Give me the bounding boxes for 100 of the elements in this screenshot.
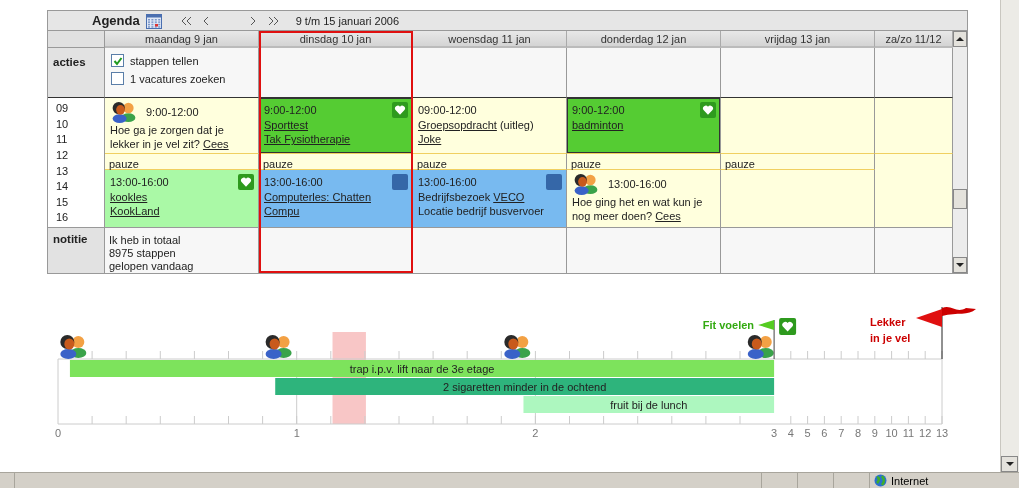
- caret-down-icon: [1005, 460, 1014, 468]
- break-label: pauze: [724, 158, 755, 170]
- event-link[interactable]: Compu: [264, 205, 300, 217]
- event-time: 9:00-12:00: [264, 102, 317, 117]
- tick-label: 1: [293, 427, 300, 439]
- tick-label: 2: [532, 427, 539, 439]
- event-text: Hoe ging het en wat kun je nog meer doen? Cees: [572, 195, 704, 223]
- event-time: 13:00-16:00: [608, 177, 667, 191]
- tick-label: 8: [854, 427, 862, 439]
- people-icon: [747, 335, 774, 359]
- globe-icon: [874, 474, 887, 487]
- tick-label: 9: [871, 427, 878, 439]
- event-link[interactable]: Groepsopdracht: [418, 119, 497, 131]
- caret-up-icon: [956, 35, 964, 43]
- people-icon: [574, 173, 598, 195]
- event-card[interactable]: 9:00-12:00 badminton: [567, 98, 720, 153]
- tick-label: 6: [821, 427, 828, 439]
- hour-label: 09: [56, 102, 70, 116]
- goal-label: Lekker in je vel: [870, 316, 911, 344]
- tick-label: 0: [54, 427, 62, 439]
- event-text: Locatie bedrijf busvervoer: [418, 204, 545, 218]
- tick-label: 11: [902, 427, 915, 439]
- bar-label: fruit bij de lunch: [610, 399, 688, 411]
- bar-label: 2 sigaretten minder in de ochtend: [443, 381, 607, 393]
- event-card[interactable]: 13:00-16:00 Bedrijfsbezoek VECO Locatie bedrijf busvervoer: [413, 170, 566, 227]
- caret-down-icon: [956, 261, 964, 269]
- event-link[interactable]: VECO: [493, 191, 525, 203]
- break-label: pauze: [416, 158, 447, 170]
- checkbox-label: stappen tellen: [130, 54, 199, 67]
- event-card[interactable]: 9:00-12:00 Sporttest Tak Fysiotherapie: [259, 98, 412, 153]
- agenda-title: Agenda: [92, 13, 140, 28]
- calendar-icon[interactable]: [145, 12, 162, 29]
- note-text: Ik heb in totaal 8975 stappen gelopen vandaag: [108, 233, 195, 274]
- scroll-down-button[interactable]: [953, 257, 967, 273]
- day-header[interactable]: woensdag 11 jan: [413, 31, 567, 48]
- hour-label: 15: [56, 195, 70, 210]
- heart-icon: [700, 102, 716, 118]
- event-link[interactable]: Tak Fysiotherapie: [264, 133, 351, 145]
- checkbox[interactable]: [111, 72, 124, 85]
- row-label: acties: [48, 48, 105, 98]
- tick-label: 4: [787, 427, 794, 439]
- hour-label: 10: [56, 117, 70, 132]
- people-icon: [112, 101, 136, 123]
- event-link[interactable]: Joke: [418, 133, 442, 145]
- event-link[interactable]: Cees: [202, 138, 229, 150]
- flag-icon: [758, 319, 775, 360]
- event-text: Hoe ga je zorgen dat je lekker in je vel zit? Cees: [110, 123, 230, 151]
- date-range: 9 t/m 15 januari 2006: [295, 14, 400, 27]
- tick-label: 3: [771, 427, 778, 439]
- event-link[interactable]: Sporttest: [264, 119, 309, 131]
- event-time: 9:00-12:00: [572, 102, 625, 117]
- tick-label: 5: [804, 427, 811, 439]
- event-time: 13:00-16:00: [110, 174, 169, 189]
- goal-label: Fit voelen: [702, 319, 755, 331]
- people-icon: [504, 335, 531, 359]
- scroll-up-button[interactable]: [953, 31, 967, 47]
- event-time: 9:00-12:00: [146, 105, 199, 119]
- first-icon[interactable]: [179, 14, 194, 27]
- people-icon: [60, 335, 87, 359]
- hour-label: 12: [56, 148, 70, 163]
- event-time: 13:00-16:00: [264, 174, 323, 189]
- event-time: 09:00-12:00: [418, 102, 477, 117]
- bar-label: trap i.p.v. lift naar de 3e etage: [349, 363, 495, 375]
- people-icon: [265, 335, 292, 359]
- square-icon: [546, 174, 562, 190]
- tick-label: 12: [919, 427, 932, 439]
- scrollbar[interactable]: [1000, 0, 1019, 472]
- event-time: 13:00-16:00: [418, 174, 477, 189]
- heart-icon: [238, 174, 254, 190]
- hour-label: 16: [56, 211, 70, 226]
- event-link[interactable]: Computerles: Chatten: [264, 191, 371, 203]
- day-header[interactable]: za/zo 11/12: [875, 31, 953, 48]
- tick-label: 7: [838, 427, 845, 439]
- break-label: pauze: [262, 158, 293, 170]
- scrollbar[interactable]: [953, 31, 967, 273]
- checkbox-label: 1 vacatures zoeken: [130, 72, 226, 85]
- tick-label: 10: [885, 427, 898, 439]
- event-text: Groepsopdracht (uitleg): [418, 118, 535, 132]
- break-label: pauze: [570, 158, 601, 170]
- event-link[interactable]: Cees: [655, 210, 681, 222]
- event-card[interactable]: 13:00-16:00 kookles KookLand: [105, 170, 258, 227]
- day-header[interactable]: maandag 9 jan: [105, 31, 259, 48]
- row-label: notitie: [48, 228, 105, 273]
- day-header[interactable]: vrijdag 13 jan: [721, 31, 875, 48]
- hour-label: 11: [56, 133, 69, 148]
- heart-icon: [392, 102, 408, 118]
- checkbox[interactable]: [111, 54, 124, 67]
- zone-label: Internet: [891, 474, 929, 487]
- scroll-thumb[interactable]: [953, 189, 967, 209]
- event-link[interactable]: kookles: [110, 191, 148, 203]
- event-card[interactable]: 13:00-16:00 Computerles: Chatten Compu: [259, 170, 412, 227]
- event-text: Bedrijfsbezoek VECO: [418, 190, 526, 204]
- event-link[interactable]: badminton: [572, 119, 624, 131]
- break-label: pauze: [108, 158, 139, 170]
- hour-label: 14: [56, 180, 70, 195]
- day-header[interactable]: donderdag 12 jan: [567, 31, 721, 48]
- event-link[interactable]: KookLand: [110, 205, 160, 217]
- scroll-down-button[interactable]: [1001, 456, 1018, 472]
- square-icon: [392, 174, 408, 190]
- hour-label: 13: [56, 164, 70, 179]
